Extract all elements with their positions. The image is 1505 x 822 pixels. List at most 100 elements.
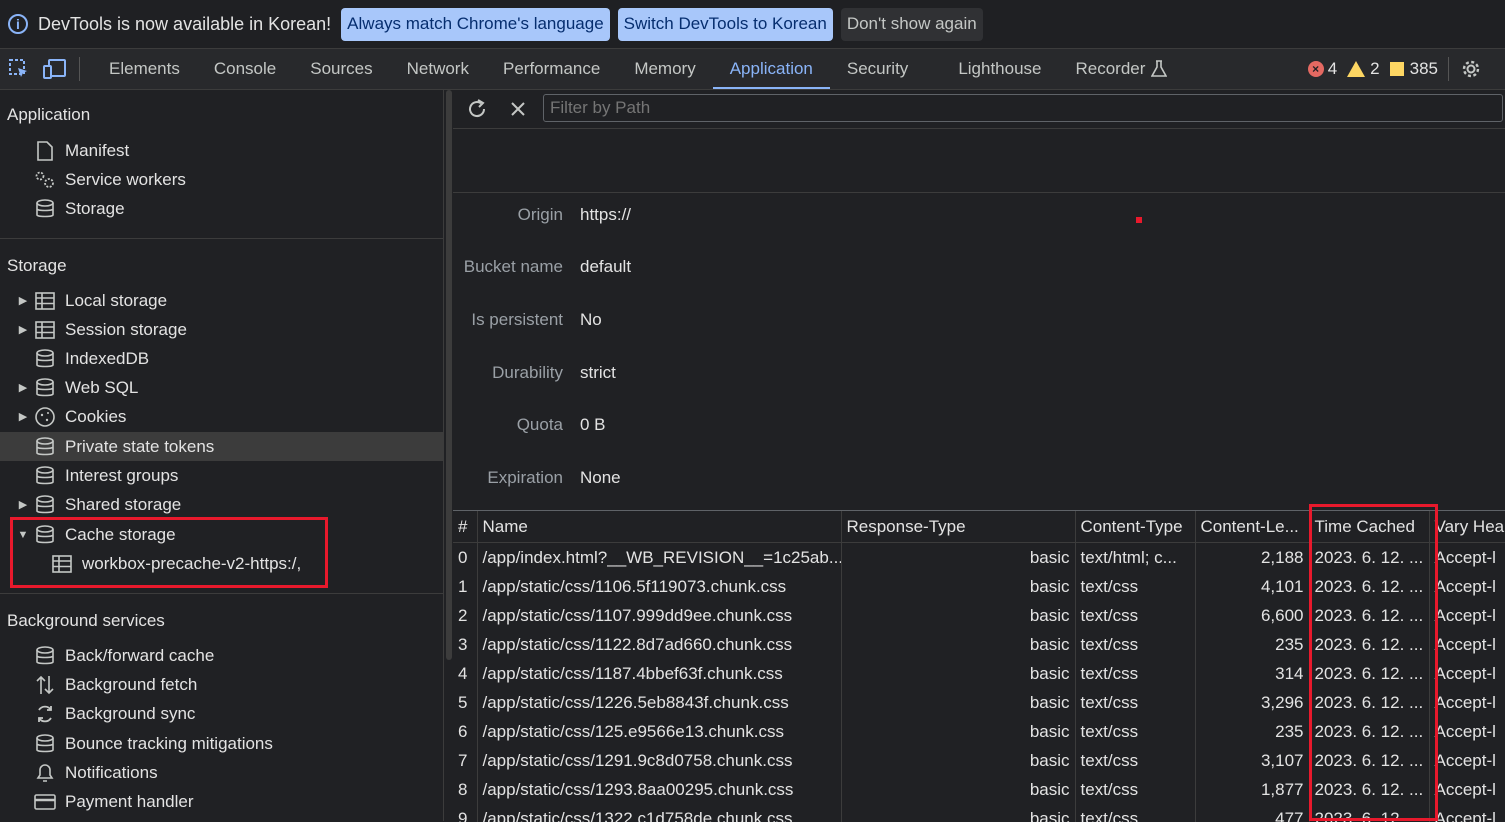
cell-time-cached: 2023. 6. 12. ...	[1309, 775, 1430, 804]
sidebar-item-storage[interactable]: Storage	[0, 194, 452, 223]
issues-icon	[1389, 62, 1404, 76]
cell-content-type: text/css	[1075, 717, 1196, 746]
table-icon	[34, 290, 56, 312]
tab-console[interactable]: Console	[197, 49, 293, 89]
sidebar-item-session-storage[interactable]: ▶ Session storage	[0, 315, 452, 344]
tab-elements[interactable]: Elements	[92, 49, 197, 89]
table-row[interactable]: 2/app/static/css/1107.999dd9ee.chunk.css…	[453, 601, 1505, 630]
error-count[interactable]: × 4	[1307, 59, 1338, 79]
tab-network[interactable]: Network	[390, 49, 486, 89]
sidebar-item-shared-storage[interactable]: ▶ Shared storage	[0, 490, 452, 519]
table-row[interactable]: 0/app/index.html?__WB_REVISION__=1c25ab.…	[453, 542, 1505, 572]
inspect-element-icon[interactable]	[7, 57, 31, 81]
metadata-value: No	[580, 310, 602, 329]
credit-card-icon	[34, 791, 56, 813]
cell-time-cached: 2023. 6. 12. ...	[1309, 688, 1430, 717]
table-row[interactable]: 7/app/static/css/1291.9c8d0758.chunk.css…	[453, 746, 1505, 775]
cell-content-length: 235	[1195, 717, 1310, 746]
metadata-value: 0 B	[580, 415, 606, 434]
cell-time-cached: 2023. 6. 12. ...	[1309, 601, 1430, 630]
expand-arrow-icon[interactable]: ▶	[17, 498, 29, 511]
sidebar-item-web-sql[interactable]: ▶ Web SQL	[0, 373, 452, 402]
metadata-bucket: Bucket name default	[453, 252, 1505, 282]
cell-response-type: basic	[841, 630, 1076, 659]
sidebar-item-bounce-tracking[interactable]: Bounce tracking mitigations	[0, 729, 452, 758]
sidebar-item-private-state-tokens[interactable]: Private state tokens	[0, 432, 452, 461]
cell-vary-header: Accept-l	[1429, 717, 1505, 746]
sidebar-item-payment-handler[interactable]: Payment handler	[0, 787, 452, 816]
cell-content-type: text/css	[1075, 601, 1196, 630]
error-count-value: 4	[1327, 59, 1338, 78]
filter-toolbar	[453, 90, 1505, 129]
issues-count-value: 385	[1409, 59, 1438, 78]
sidebar-item-cache-entry[interactable]: workbox-precache-v2-https:/,	[0, 549, 452, 578]
sidebar-item-label: Interest groups	[65, 465, 179, 485]
cell-name: /app/static/css/1122.8d7ad660.chunk.css	[477, 630, 842, 659]
tab-sources[interactable]: Sources	[293, 49, 389, 89]
column-header-content-length[interactable]: Content-Le...	[1195, 511, 1310, 543]
sidebar-item-cache-storage[interactable]: ▼ Cache storage	[0, 520, 452, 549]
tab-lighthouse[interactable]: Lighthouse	[941, 49, 1058, 89]
expand-arrow-icon[interactable]: ▶	[17, 294, 29, 307]
table-row[interactable]: 1/app/static/css/1106.5f119073.chunk.css…	[453, 572, 1505, 601]
sidebar-item-notifications[interactable]: Notifications	[0, 758, 452, 787]
sidebar-item-background-sync[interactable]: Background sync	[0, 699, 452, 728]
always-match-language-button[interactable]: Always match Chrome's language	[341, 7, 610, 41]
sidebar-item-label: workbox-precache-v2-https:/,	[82, 553, 302, 573]
tab-application[interactable]: Application	[712, 49, 831, 89]
cell-index: 3	[453, 630, 478, 659]
cell-index: 4	[453, 659, 478, 688]
sidebar-item-service-workers[interactable]: Service workers	[0, 165, 452, 194]
sidebar-item-label: Cache storage	[65, 524, 176, 544]
issues-count[interactable]: 385	[1389, 59, 1438, 79]
table-icon	[34, 319, 56, 341]
refresh-icon[interactable]	[465, 97, 489, 121]
warning-count[interactable]: 2	[1347, 59, 1380, 79]
column-header-time-cached[interactable]: Time Cached	[1309, 511, 1430, 543]
section-title-background-services: Background services	[7, 611, 165, 630]
sidebar-item-indexeddb[interactable]: IndexedDB	[0, 344, 452, 373]
column-header-vary-header[interactable]: Vary Hea	[1429, 511, 1505, 543]
sidebar-item-background-fetch[interactable]: Background fetch	[0, 670, 452, 699]
sidebar-item-manifest[interactable]: Manifest	[0, 136, 452, 165]
console-counts[interactable]: × 4 2 385	[1307, 49, 1505, 89]
cell-content-type: text/css	[1075, 804, 1196, 822]
tab-performance[interactable]: Performance	[486, 49, 617, 89]
column-header-index[interactable]: #	[453, 511, 478, 543]
column-header-content-type[interactable]: Content-Type	[1075, 511, 1196, 543]
collapse-arrow-icon[interactable]: ▼	[17, 529, 29, 541]
table-row[interactable]: 6/app/static/css/125.e9566e13.chunk.css b…	[453, 717, 1505, 746]
metadata-key: Origin	[517, 205, 563, 224]
table-icon	[51, 553, 73, 575]
metadata-value: strict	[580, 363, 616, 382]
dont-show-again-button[interactable]: Don't show again	[840, 7, 983, 41]
expand-arrow-icon[interactable]: ▶	[17, 410, 29, 423]
cell-content-length: 1,877	[1195, 775, 1310, 804]
table-row[interactable]: 5/app/static/css/1226.5eb8843f.chunk.css…	[453, 688, 1505, 717]
tab-memory[interactable]: Memory	[617, 49, 712, 89]
table-row[interactable]: 9/app/static/css/1322.c1d758de.chunk.css…	[453, 804, 1505, 822]
table-row[interactable]: 3/app/static/css/1122.8d7ad660.chunk.css…	[453, 630, 1505, 659]
clear-icon[interactable]	[506, 97, 530, 121]
sidebar-item-cookies[interactable]: ▶ Cookies	[0, 402, 452, 431]
expand-arrow-icon[interactable]: ▶	[17, 381, 29, 394]
tab-recorder[interactable]: Recorder	[1059, 49, 1185, 89]
cell-time-cached: 2023. 6. 12. ...	[1309, 630, 1430, 659]
column-header-name[interactable]: Name	[477, 511, 842, 543]
cell-content-type: text/html; c...	[1075, 542, 1196, 572]
switch-to-korean-button[interactable]: Switch DevTools to Korean	[617, 7, 833, 41]
filter-by-path-input[interactable]	[543, 94, 1503, 122]
sidebar-item-local-storage[interactable]: ▶ Local storage	[0, 286, 452, 315]
sidebar-item-interest-groups[interactable]: Interest groups	[0, 461, 452, 490]
tab-security[interactable]: Security	[830, 49, 925, 89]
device-toolbar-icon[interactable]	[43, 57, 67, 81]
section-title-application: Application	[7, 105, 91, 124]
sidebar-item-back-forward-cache[interactable]: Back/forward cache	[0, 641, 452, 670]
table-row[interactable]: 4/app/static/css/1187.4bbef63f.chunk.css…	[453, 659, 1505, 688]
cell-vary-header: Accept-l	[1429, 804, 1505, 822]
column-header-response-type[interactable]: Response-Type	[841, 511, 1076, 543]
settings-gear-icon[interactable]	[1459, 57, 1483, 81]
table-row[interactable]: 8/app/static/css/1293.8aa00295.chunk.css…	[453, 775, 1505, 804]
cell-response-type: basic	[841, 688, 1076, 717]
expand-arrow-icon[interactable]: ▶	[17, 323, 29, 336]
